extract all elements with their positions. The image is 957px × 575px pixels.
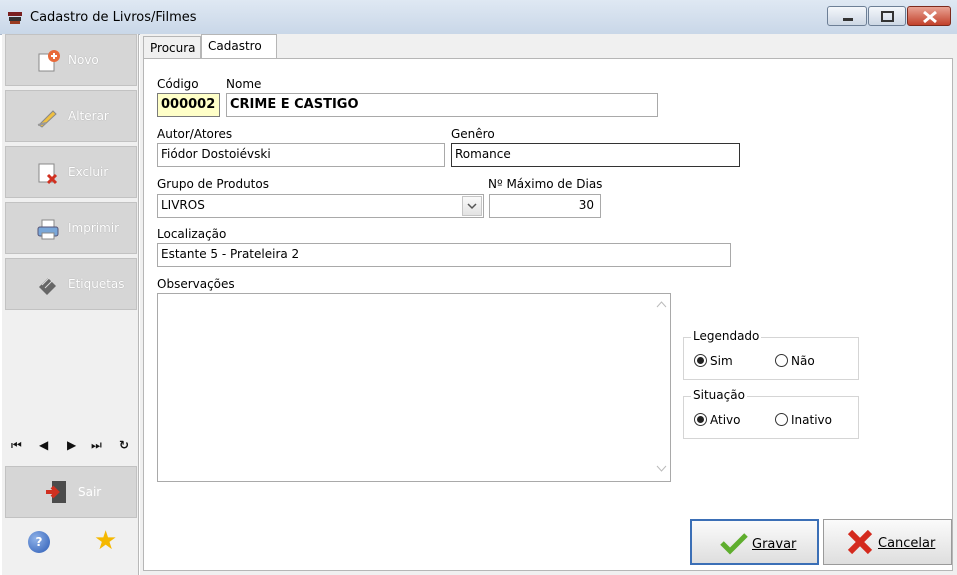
imprimir-button[interactable]: Imprimir xyxy=(5,202,137,254)
radio-unchecked-icon xyxy=(775,413,788,426)
novo-button[interactable]: Novo xyxy=(5,34,137,86)
radio-checked-icon xyxy=(694,354,707,367)
situacao-title: Situação xyxy=(691,388,747,402)
maximize-icon xyxy=(881,11,894,22)
situacao-group: Situação Ativo Inativo xyxy=(683,388,859,439)
autor-field[interactable]: Fiódor Dostoiévski xyxy=(157,143,445,167)
sidebar: Novo Alterar Excluir Imprimir Etiquetas … xyxy=(2,34,139,575)
legendado-sim-radio[interactable]: Sim xyxy=(694,354,733,368)
main-area: Procura Cadastro Código Nome 000002 CRIM… xyxy=(140,34,957,575)
legendado-title: Legendado xyxy=(691,329,762,343)
excluir-button[interactable]: Excluir xyxy=(5,146,137,198)
alterar-label: Alterar xyxy=(68,109,109,123)
localizacao-label: Localização xyxy=(157,227,227,241)
close-button[interactable] xyxy=(907,6,951,26)
sair-label: Sair xyxy=(78,485,102,499)
gravar-label: Gravar xyxy=(752,537,797,552)
situacao-ativo-radio[interactable]: Ativo xyxy=(694,413,740,427)
help-icon[interactable]: ? xyxy=(28,531,50,553)
checkmark-icon xyxy=(720,533,748,555)
chevron-down-icon[interactable] xyxy=(462,196,482,216)
cancelar-button[interactable]: Cancelar xyxy=(823,519,952,565)
alterar-button[interactable]: Alterar xyxy=(5,90,137,142)
codigo-label: Código xyxy=(157,77,199,91)
title-bar: Cadastro de Livros/Filmes xyxy=(0,0,957,35)
labels-icon xyxy=(39,277,56,295)
cancel-x-icon xyxy=(847,530,873,554)
tab-cadastro[interactable]: Cadastro xyxy=(201,34,277,59)
first-record-icon[interactable]: ⏮ xyxy=(11,438,22,453)
imprimir-label: Imprimir xyxy=(68,221,120,235)
cancelar-label: Cancelar xyxy=(878,536,936,551)
gravar-button[interactable]: Gravar xyxy=(690,519,819,565)
next-record-icon[interactable]: ▶ xyxy=(67,438,76,452)
tab-procura[interactable]: Procura xyxy=(143,36,201,58)
legendado-nao-label: Não xyxy=(791,354,815,368)
sair-button[interactable]: Sair xyxy=(5,466,137,518)
maximize-button[interactable] xyxy=(868,6,906,26)
situacao-ativo-label: Ativo xyxy=(710,413,741,427)
situacao-inativo-label: Inativo xyxy=(791,413,832,427)
etiquetas-label: Etiquetas xyxy=(68,277,125,291)
observacoes-scrollbar[interactable] xyxy=(653,294,670,481)
situacao-inativo-radio[interactable]: Inativo xyxy=(775,413,832,427)
autor-label: Autor/Atores xyxy=(157,127,233,141)
observacoes-textarea[interactable] xyxy=(157,293,671,482)
legendado-group: Legendado Sim Não xyxy=(683,329,859,380)
novo-label: Novo xyxy=(68,53,99,67)
observacoes-label: Observações xyxy=(157,277,235,291)
genero-field[interactable]: Romance xyxy=(451,143,740,167)
last-record-icon[interactable]: ⏭ xyxy=(91,438,102,453)
cadastro-panel: Código Nome 000002 CRIME E CASTIGO Autor… xyxy=(143,58,953,571)
minimize-icon xyxy=(843,18,853,21)
nome-label: Nome xyxy=(226,77,262,91)
printer-icon xyxy=(37,219,59,240)
localizacao-field[interactable]: Estante 5 - Prateleira 2 xyxy=(157,243,731,267)
window-title: Cadastro de Livros/Filmes xyxy=(30,10,197,25)
refresh-icon[interactable]: ↻ xyxy=(119,438,129,452)
grupo-select-value: LIVROS xyxy=(161,198,205,212)
maxdias-field[interactable]: 30 xyxy=(489,194,601,218)
new-document-icon xyxy=(38,50,60,72)
legendado-sim-label: Sim xyxy=(710,354,733,368)
exit-door-icon xyxy=(46,481,66,503)
nome-field[interactable]: CRIME E CASTIGO xyxy=(226,93,658,117)
record-navigator: ⏮ ◀ ▶ ⏭ ↻ xyxy=(5,432,137,460)
codigo-field[interactable]: 000002 xyxy=(157,93,220,117)
favorite-star-icon[interactable]: ★ xyxy=(94,528,117,554)
legendado-nao-radio[interactable]: Não xyxy=(775,354,815,368)
etiquetas-button[interactable]: Etiquetas xyxy=(5,258,137,310)
minimize-button[interactable] xyxy=(827,6,867,26)
radio-unchecked-icon xyxy=(775,354,788,367)
excluir-label: Excluir xyxy=(68,165,109,179)
prev-record-icon[interactable]: ◀ xyxy=(39,438,48,452)
close-icon xyxy=(923,10,937,24)
app-icon xyxy=(8,12,22,24)
radio-checked-icon xyxy=(694,413,707,426)
grupo-label: Grupo de Produtos xyxy=(157,177,269,191)
delete-document-icon xyxy=(38,163,58,185)
genero-label: Genêro xyxy=(451,127,495,141)
grupo-select[interactable]: LIVROS xyxy=(157,194,484,218)
maxdias-label: Nº Máximo de Dias xyxy=(488,177,603,191)
edit-pencil-icon xyxy=(37,110,57,128)
